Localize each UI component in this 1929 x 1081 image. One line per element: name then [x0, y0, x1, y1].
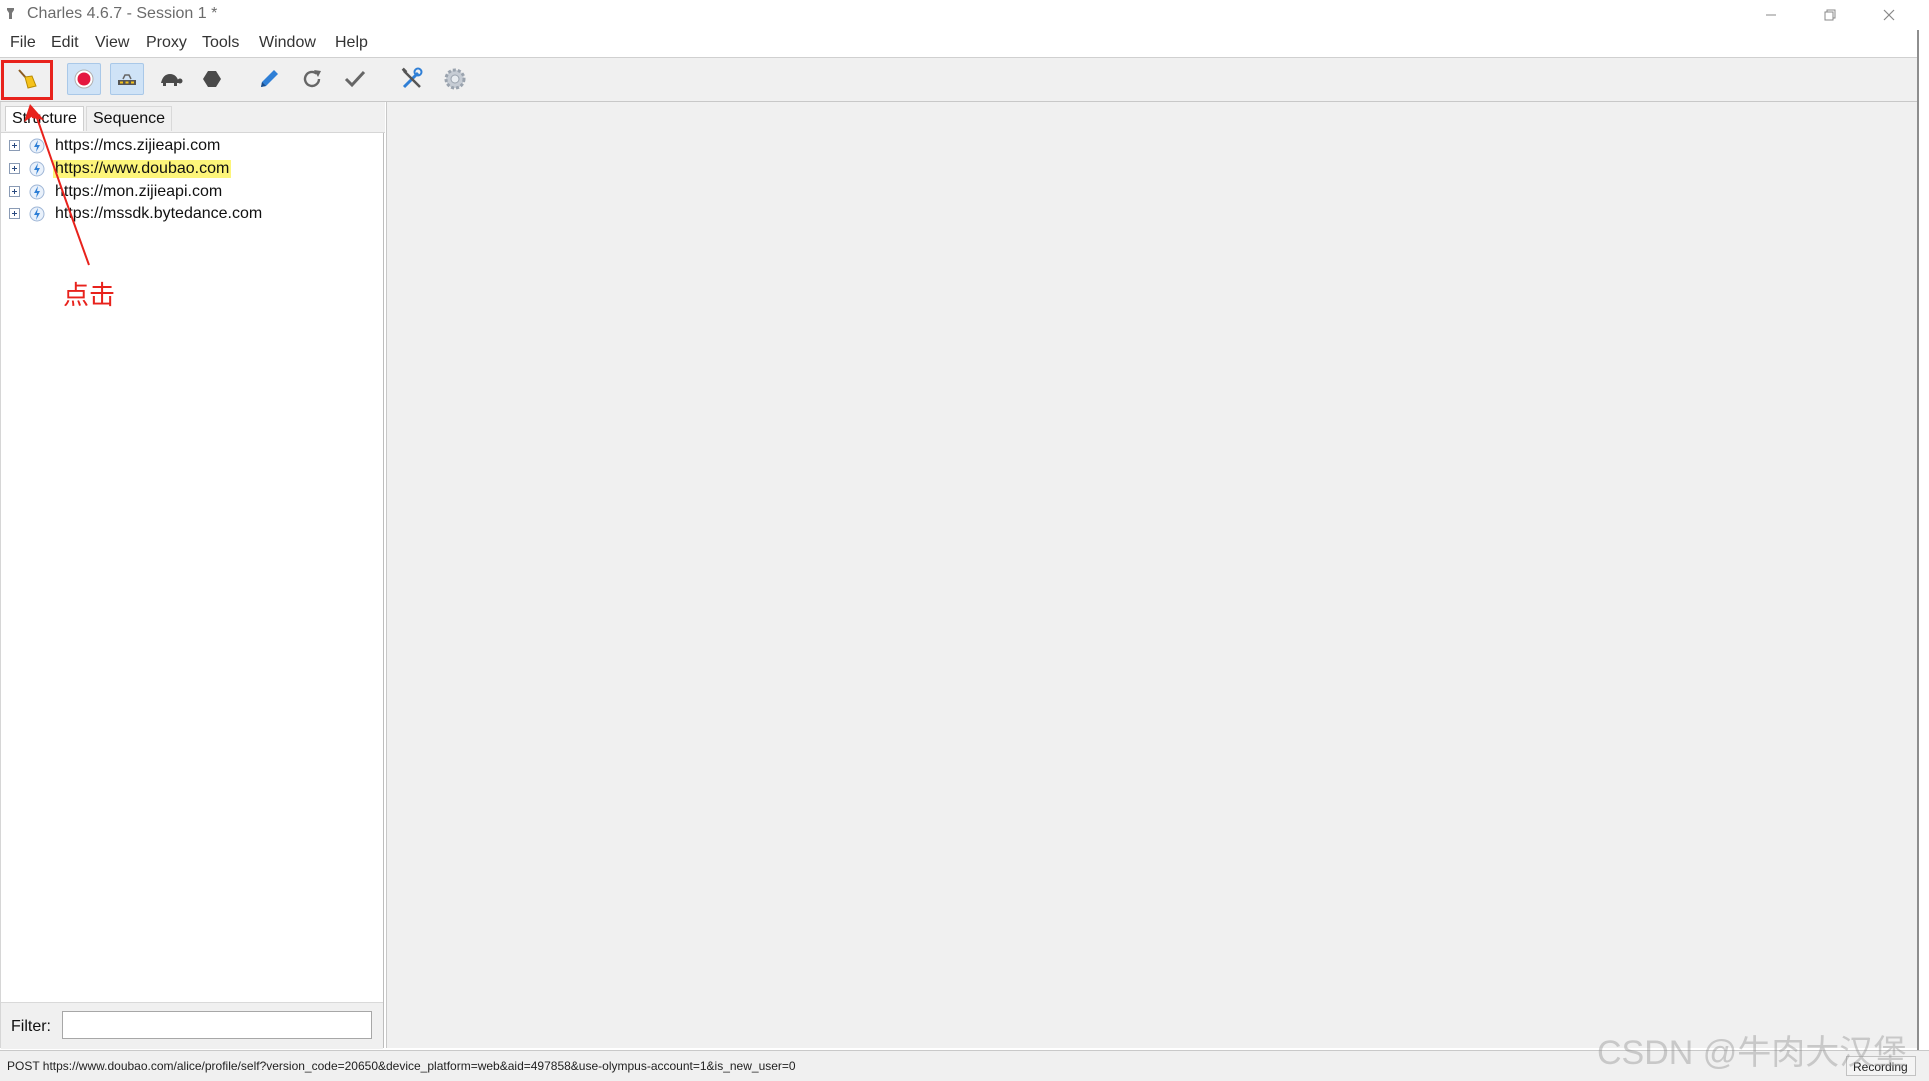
throttle-icon — [118, 74, 136, 85]
highlight-box — [1, 60, 53, 100]
title-bar: Charles 4.6.7 - Session 1 * — [0, 0, 1929, 30]
menu-tools[interactable]: Tools — [202, 34, 239, 52]
compose-button[interactable] — [252, 63, 286, 95]
tools-button[interactable] — [395, 63, 429, 95]
check-icon — [344, 70, 366, 88]
charles-app-icon — [7, 8, 14, 19]
pen-icon — [261, 70, 278, 87]
settings-button[interactable] — [438, 63, 472, 95]
refresh-icon — [303, 70, 321, 88]
restore-button[interactable] — [1801, 0, 1859, 30]
globe-icon — [29, 184, 45, 200]
menu-bar: File Edit View Proxy Tools Window Help — [0, 30, 1929, 57]
host-label: https://mon.zijieapi.com — [55, 183, 223, 200]
menu-window[interactable]: Window — [259, 34, 316, 52]
validate-button[interactable] — [338, 63, 372, 95]
host-label: https://www.doubao.com — [53, 160, 232, 178]
record-icon — [74, 69, 94, 89]
minimize-icon — [1766, 14, 1776, 16]
hexagon-icon — [203, 71, 221, 87]
filter-bar: Filter: — [1, 1002, 383, 1049]
stop-button[interactable] — [195, 63, 229, 95]
expand-icon[interactable] — [9, 208, 20, 219]
close-button[interactable] — [1860, 0, 1918, 30]
tab-sequence[interactable]: Sequence — [86, 106, 173, 131]
turtle-icon — [161, 74, 183, 86]
menu-view[interactable]: View — [95, 34, 129, 52]
globe-icon — [29, 161, 45, 177]
host-label: https://mssdk.bytedance.com — [55, 205, 263, 222]
close-icon — [1883, 9, 1895, 21]
globe-icon — [29, 138, 45, 154]
restore-icon — [1824, 9, 1836, 21]
expand-icon[interactable] — [9, 163, 20, 174]
tab-structure[interactable]: Structure — [5, 106, 84, 131]
menu-edit[interactable]: Edit — [51, 34, 79, 52]
filter-label: Filter: — [11, 1018, 51, 1035]
expand-icon[interactable] — [9, 140, 20, 151]
gear-icon — [444, 68, 466, 90]
window-right-edge — [1917, 30, 1919, 1050]
annotation-label: 点击 — [63, 281, 116, 311]
tree-row[interactable]: https://www.doubao.com — [1, 158, 381, 180]
window-title: Charles 4.6.7 - Session 1 * — [27, 5, 218, 22]
minimize-button[interactable] — [1742, 0, 1800, 30]
filter-input[interactable] — [62, 1011, 372, 1039]
repeat-button[interactable] — [295, 63, 329, 95]
throttling-button[interactable] — [110, 63, 144, 95]
view-tabs: Structure Sequence — [1, 102, 385, 133]
start-recording-button[interactable] — [67, 63, 101, 95]
detail-panel — [386, 102, 1919, 1048]
breakpoints-button[interactable] — [153, 63, 187, 95]
left-panel: Structure Sequence https://mcs.zijieapi.… — [0, 102, 385, 1049]
tools-icon — [401, 67, 423, 89]
menu-proxy[interactable]: Proxy — [146, 34, 187, 52]
toolbar — [0, 57, 1919, 102]
host-label: https://mcs.zijieapi.com — [55, 137, 221, 154]
expand-icon[interactable] — [9, 186, 20, 197]
globe-icon — [29, 206, 45, 222]
watermark: CSDN @牛肉大汉堡 — [1597, 1034, 1908, 1072]
tree-row[interactable]: https://mssdk.bytedance.com — [1, 203, 381, 225]
tree-row[interactable]: https://mon.zijieapi.com — [1, 181, 381, 203]
menu-help[interactable]: Help — [335, 34, 368, 52]
tree-row[interactable]: https://mcs.zijieapi.com — [1, 135, 381, 157]
menu-file[interactable]: File — [10, 34, 36, 52]
status-text: POST https://www.doubao.com/alice/profil… — [7, 1059, 796, 1073]
